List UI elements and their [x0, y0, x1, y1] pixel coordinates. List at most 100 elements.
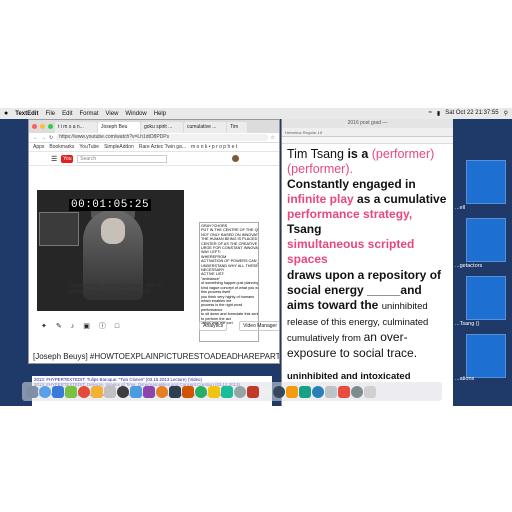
text-constantly: Constantly engaged in	[287, 177, 416, 191]
wand-icon[interactable]: ✦	[41, 322, 47, 330]
video-hashtag-title[interactable]: [Joseph Beuys] #HOWTOEXPLAINPICTURESTOAD…	[33, 352, 279, 361]
tab-strip: t i m s a n... Joseph Beu goku spirit ..…	[29, 120, 279, 133]
dock-app-icon[interactable]	[325, 385, 337, 398]
menu-help[interactable]: Help	[154, 111, 166, 117]
dock-app-icon[interactable]	[234, 385, 246, 398]
dock-app-icon[interactable]	[260, 385, 272, 398]
dock-app-icon[interactable]	[26, 385, 38, 398]
browser-tab[interactable]: goku spirit ...	[141, 122, 183, 133]
mac-menubar: ● TextEdit File Edit Format View Window …	[0, 108, 512, 119]
desktop-label: ...ell	[455, 205, 466, 211]
desktop-label: ...getactors	[455, 263, 483, 269]
format-toolbar[interactable]: Helvetica Regular 18	[282, 128, 453, 137]
dock-app-icon[interactable]	[65, 385, 77, 398]
dock-app-icon[interactable]	[39, 385, 51, 398]
bookmark-bookmarks[interactable]: Bookmarks	[49, 144, 74, 150]
dock-app-icon[interactable]	[91, 385, 103, 398]
textedit-document[interactable]: 2016 post grad — Helvetica Regular 18 Ti…	[281, 119, 453, 406]
note-line: THE HUMAN BEING IS PLACED IN THE	[201, 237, 258, 242]
desktop-label: ...Tsang ()	[455, 321, 480, 327]
desktop-folder-icon[interactable]	[466, 276, 506, 320]
dock-app-icon[interactable]	[156, 385, 168, 398]
youtube-header: ☰ You Search	[29, 152, 279, 166]
hamburger-menu-icon[interactable]: ☰	[51, 155, 57, 163]
bookmark-apps[interactable]: Apps	[33, 144, 44, 150]
ruler[interactable]	[282, 137, 453, 144]
bookmark-aztec[interactable]: Rare Aztec Twin ga...	[139, 144, 186, 150]
dock-app-icon[interactable]	[78, 385, 90, 398]
text-tsang: Tsang	[287, 222, 322, 236]
youtube-search-input[interactable]: Search	[77, 154, 168, 163]
dock-app-icon[interactable]	[338, 385, 350, 398]
battery-icon[interactable]: ▮	[437, 110, 440, 117]
menu-edit[interactable]: Edit	[62, 111, 72, 117]
address-input[interactable]: https://www.youtube.com/watch?v=Lh1dtD8P…	[56, 134, 268, 141]
forward-icon[interactable]: →	[41, 135, 46, 141]
dock-app-icon[interactable]	[104, 385, 116, 398]
url-bar: ← → ↻ https://www.youtube.com/watch?v=Lh…	[29, 133, 279, 143]
close-window-icon[interactable]	[32, 124, 37, 129]
text-performer-2: (performer).	[287, 162, 353, 176]
pen-icon[interactable]: ✎	[56, 322, 62, 330]
youtube-logo[interactable]: You	[61, 154, 74, 163]
dock-app-icon[interactable]	[143, 385, 155, 398]
wifi-icon[interactable]: ≈	[429, 110, 432, 117]
star-icon[interactable]: ☆	[271, 135, 275, 141]
document-title: 2016 post grad —	[282, 119, 453, 128]
menu-window[interactable]: Window	[125, 111, 146, 117]
text-performance-strategy: performance strategy,	[287, 207, 413, 221]
video-manager-button[interactable]: Video Manager	[239, 321, 279, 331]
text-is-a: is a	[347, 147, 369, 161]
menu-view[interactable]: View	[106, 111, 119, 117]
dock-app-icon[interactable]	[117, 385, 129, 398]
browser-tab-active[interactable]: Joseph Beu	[98, 122, 140, 133]
browser-tab[interactable]: t i m s a n...	[55, 122, 97, 133]
bookmark-simpleaddon[interactable]: SimpleAddon	[104, 144, 134, 150]
info-icon[interactable]: ⓘ	[99, 321, 106, 331]
note-underlined-word: RETROSPECTIVELY	[258, 259, 259, 263]
menu-app-name[interactable]: TextEdit	[15, 111, 38, 117]
music-note-icon[interactable]: ♪	[71, 323, 75, 330]
bookmark-youtube[interactable]: YouTube	[79, 144, 99, 150]
dock-app-icon[interactable]	[247, 385, 259, 398]
text-uninhibited-intoxicated: uninhibited and intoxicated	[287, 371, 411, 382]
dock-app-icon[interactable]	[299, 385, 311, 398]
menubar-clock[interactable]: Sat Oct 22 21:37:55	[445, 110, 498, 117]
text-as-cumulative: as a cumulative	[353, 192, 447, 206]
menu-format[interactable]: Format	[79, 111, 98, 117]
browser-tab[interactable]: Tim	[227, 122, 247, 133]
desktop-folder-icon[interactable]	[466, 218, 506, 262]
reload-icon[interactable]: ↻	[49, 135, 53, 141]
spotlight-icon[interactable]: ⚲	[504, 110, 508, 117]
document-text[interactable]: Tim Tsang is a (performer) (performer). …	[282, 144, 453, 387]
dock-app-icon[interactable]	[208, 385, 220, 398]
dock-app-icon[interactable]	[169, 385, 181, 398]
back-icon[interactable]: ←	[33, 135, 38, 141]
dock	[22, 382, 442, 401]
dock-app-icon[interactable]	[130, 385, 142, 398]
desktop-folder-icon[interactable]	[466, 334, 506, 378]
text-infinite-play: infinite play	[287, 192, 354, 206]
dock-app-icon[interactable]	[195, 385, 207, 398]
menu-file[interactable]: File	[45, 111, 55, 117]
avatar[interactable]	[232, 155, 239, 162]
dock-app-icon[interactable]	[221, 385, 233, 398]
analytics-button[interactable]: Analytics	[199, 321, 228, 331]
dock-app-icon[interactable]	[52, 385, 64, 398]
apple-menu-icon[interactable]: ●	[4, 110, 8, 117]
caption-icon[interactable]: ▣	[83, 322, 90, 330]
dock-app-icon[interactable]	[273, 385, 285, 398]
cards-icon[interactable]: □	[115, 323, 119, 330]
desktop-folder-icon[interactable]	[466, 160, 506, 204]
dock-app-icon[interactable]	[312, 385, 324, 398]
dock-app-icon[interactable]	[351, 385, 363, 398]
zoom-window-icon[interactable]	[48, 124, 53, 129]
browser-tab[interactable]: cumulative ...	[184, 122, 226, 133]
bookmark-monk-prophet[interactable]: m o n k • p r o p h e t	[191, 144, 237, 150]
browser-window: t i m s a n... Joseph Beu goku spirit ..…	[28, 119, 280, 364]
dock-app-icon[interactable]	[286, 385, 298, 398]
dock-app-icon[interactable]	[182, 385, 194, 398]
video-title[interactable]: Joseph Beuys - English Subtitles - How t…	[69, 283, 169, 295]
minimize-window-icon[interactable]	[40, 124, 45, 129]
dock-app-icon[interactable]	[364, 385, 376, 398]
